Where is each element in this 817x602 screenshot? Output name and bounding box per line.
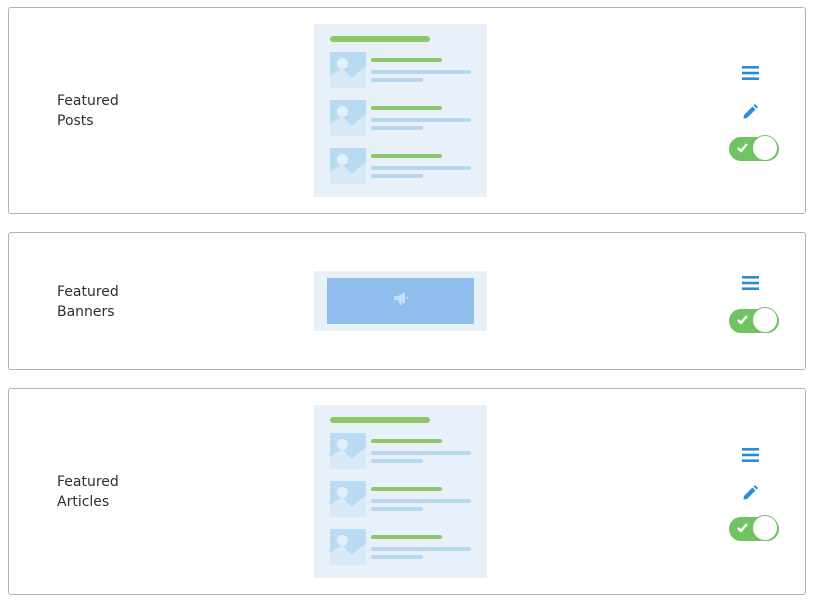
- preview-text-line: [371, 70, 471, 74]
- widget-title: Featured Banners: [57, 282, 119, 322]
- preview-title-bar: [371, 535, 442, 539]
- preview-text-line: [371, 174, 423, 178]
- toggle-knob: [752, 135, 778, 161]
- toggle-knob: [752, 515, 778, 541]
- preview-title-bar: [371, 487, 442, 491]
- thumbnail-icon: [330, 52, 366, 88]
- preview-heading-bar: [330, 36, 430, 42]
- pencil-icon[interactable]: [738, 485, 762, 505]
- widget-enable-toggle[interactable]: [729, 307, 779, 333]
- preview-text-line: [371, 459, 423, 463]
- widget-title: Featured Articles: [57, 472, 119, 512]
- banner-preview-image: [314, 271, 487, 331]
- preview-text-line: [371, 166, 471, 170]
- check-icon: [737, 523, 748, 533]
- widget-enable-toggle[interactable]: [729, 135, 779, 161]
- preview-text-line: [371, 126, 423, 130]
- articles-preview-image: [314, 405, 487, 578]
- widget-card-featured-articles: Featured Articles: [8, 388, 806, 595]
- posts-preview-image: [314, 24, 487, 197]
- check-icon: [737, 315, 748, 325]
- widget-title-line2: Articles: [57, 494, 110, 510]
- preview-title-bar: [371, 154, 442, 158]
- preview-text-line: [371, 499, 471, 503]
- thumbnail-icon: [330, 529, 366, 565]
- preview-text-line: [371, 547, 471, 551]
- banner-placeholder: [327, 278, 474, 324]
- thumbnail-icon: [330, 100, 366, 136]
- preview-text-line: [371, 118, 471, 122]
- menu-icon[interactable]: [738, 276, 762, 296]
- preview-text-line: [371, 451, 471, 455]
- preview-title-bar: [371, 439, 442, 443]
- widget-title-line2: Banners: [57, 304, 115, 320]
- preview-text-line: [371, 507, 423, 511]
- megaphone-icon: [394, 292, 408, 305]
- widget-enable-toggle[interactable]: [729, 515, 779, 541]
- thumbnail-icon: [330, 481, 366, 517]
- widget-card-featured-banners: Featured Banners: [8, 232, 806, 370]
- thumbnail-icon: [330, 433, 366, 469]
- preview-text-line: [371, 555, 423, 559]
- widget-title: Featured Posts: [57, 91, 119, 131]
- check-icon: [737, 143, 748, 153]
- widget-title-line2: Posts: [57, 113, 94, 129]
- thumbnail-icon: [330, 148, 366, 184]
- widget-card-featured-posts: Featured Posts: [8, 7, 806, 214]
- preview-title-bar: [371, 106, 442, 110]
- preview-heading-bar: [330, 417, 430, 423]
- toggle-knob: [752, 307, 778, 333]
- pencil-icon[interactable]: [738, 104, 762, 124]
- widget-title-line1: Featured: [57, 284, 119, 300]
- widget-title-line1: Featured: [57, 474, 119, 490]
- menu-icon[interactable]: [738, 66, 762, 86]
- widget-title-line1: Featured: [57, 93, 119, 109]
- preview-text-line: [371, 78, 423, 82]
- preview-title-bar: [371, 58, 442, 62]
- menu-icon[interactable]: [738, 448, 762, 468]
